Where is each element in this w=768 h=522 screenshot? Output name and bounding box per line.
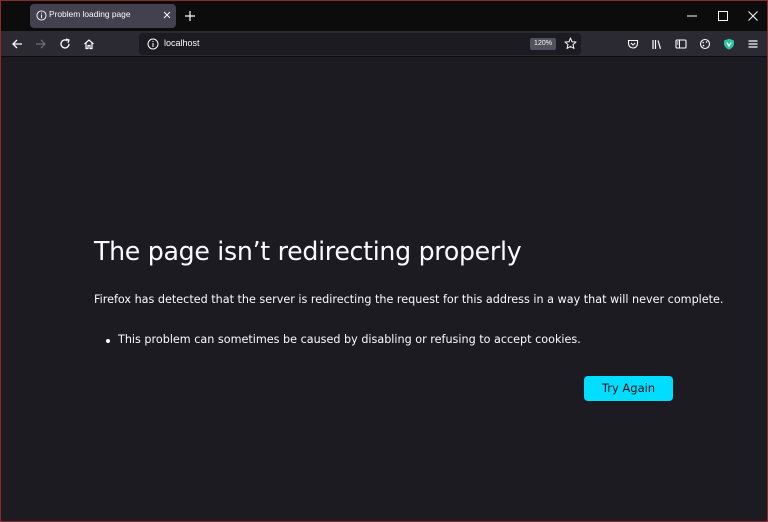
reload-icon[interactable]: [59, 38, 71, 50]
menu-icon[interactable]: [747, 38, 759, 50]
info-icon: [36, 10, 47, 21]
close-window-icon[interactable]: [747, 10, 759, 22]
address-bar[interactable]: localhost 120%: [139, 33, 581, 55]
zoom-level-badge[interactable]: 120%: [530, 38, 556, 50]
sidebar-icon[interactable]: [675, 38, 687, 50]
url-text[interactable]: localhost: [164, 38, 200, 48]
error-title: The page isn’t redirecting properly: [94, 237, 522, 267]
shield-icon[interactable]: [723, 38, 735, 50]
new-tab-icon[interactable]: [184, 10, 196, 22]
bookmark-star-icon[interactable]: [564, 37, 577, 50]
library-icon[interactable]: [651, 38, 663, 50]
minimize-icon[interactable]: [686, 10, 698, 22]
try-again-button[interactable]: Try Again: [584, 376, 673, 401]
forward-icon[interactable]: [35, 38, 47, 50]
error-suggestion-item: This problem can sometimes be caused by …: [106, 333, 581, 346]
active-tab[interactable]: Problem loading page: [30, 4, 176, 28]
maximize-icon[interactable]: [717, 10, 729, 22]
extensions-icon[interactable]: [699, 38, 711, 50]
error-description: Firefox has detected that the server is …: [94, 293, 724, 306]
pocket-icon[interactable]: [627, 38, 639, 50]
navigation-toolbar: localhost 120%: [1, 31, 767, 57]
browser-window: Problem loading page localhost 120% The …: [0, 0, 768, 522]
error-suggestions: This problem can sometimes be caused by …: [106, 333, 581, 346]
home-icon[interactable]: [83, 38, 95, 50]
tab-strip: Problem loading page: [1, 1, 767, 31]
tab-title: Problem loading page: [49, 9, 131, 19]
error-page: The page isn’t redirecting properly Fire…: [1, 58, 767, 521]
close-tab-icon[interactable]: [162, 10, 172, 20]
back-icon[interactable]: [11, 38, 23, 50]
site-info-icon[interactable]: [147, 38, 159, 50]
